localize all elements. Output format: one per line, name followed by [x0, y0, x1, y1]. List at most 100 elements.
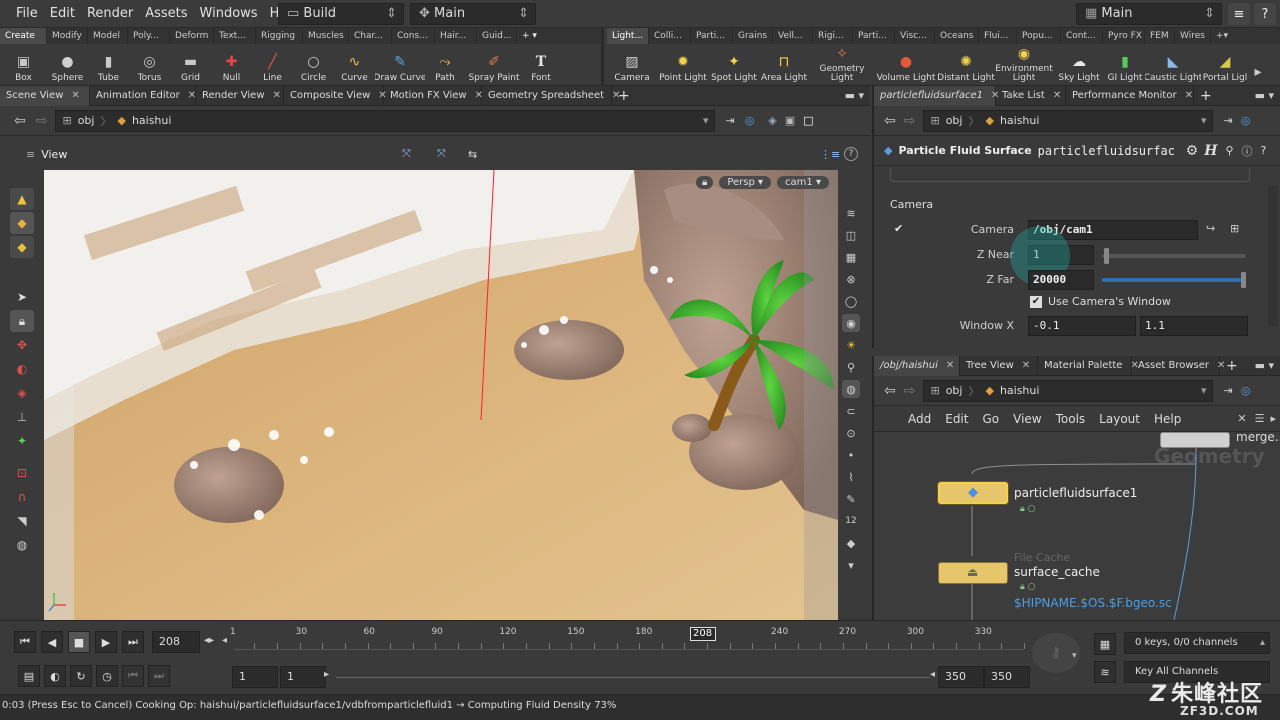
display-options-icon[interactable]: ≋ — [842, 204, 860, 222]
scene-viewport[interactable]: 🔒︎ Persp ▾ cam1 ▾ — [44, 170, 838, 620]
chevron-right-icon[interactable]: ▸ — [1270, 412, 1276, 425]
info-icon[interactable]: ⓘ — [1242, 143, 1253, 159]
channel-icon[interactable]: ≋ — [1094, 661, 1116, 683]
znear-slider-handle[interactable] — [1104, 248, 1110, 264]
windowx-max-field[interactable]: 1.1 — [1140, 316, 1248, 336]
select-tool-icon[interactable]: ➤ — [10, 286, 34, 308]
shelf-tab-create[interactable]: Create — [0, 28, 47, 44]
shelf-tab-grains[interactable]: Grains — [733, 28, 773, 44]
chevron-down-icon[interactable]: ▾ — [1201, 384, 1207, 397]
light-icon[interactable]: ☀ — [842, 336, 860, 354]
network-menu-view[interactable]: View — [1013, 412, 1041, 426]
tab-performance-monitor[interactable]: Performance Monitor ✕ — [1066, 85, 1194, 106]
transform-handle-icon[interactable]: ⇆ — [468, 148, 477, 161]
pin-icon[interactable]: ⇥ — [1223, 114, 1232, 127]
select-points-icon[interactable]: ◆ — [10, 212, 34, 234]
help-icon[interactable]: ? — [844, 147, 858, 161]
shelf-tab-vellum[interactable]: Vell... — [773, 28, 813, 44]
camera-toggle-checkbox[interactable]: ✔ — [894, 222, 903, 235]
help-icon[interactable]: ? — [1261, 144, 1267, 157]
chevron-down-icon[interactable]: ▾ — [1201, 114, 1207, 127]
shelf-tab-fluid-containers[interactable]: Flui... — [979, 28, 1017, 44]
search-icon[interactable]: ⚲ — [1225, 144, 1233, 157]
select-geometry-icon[interactable]: ▲ — [10, 188, 34, 210]
link-icon[interactable]: ◎ — [1241, 384, 1251, 397]
display-list-icon[interactable]: ⋮≡ — [820, 148, 840, 161]
menu-edit[interactable]: Edit — [44, 0, 81, 28]
tool-grid[interactable]: ▬ Grid — [170, 44, 211, 86]
viewer-menu-icon[interactable]: ≡ — [26, 148, 35, 161]
shelf-tab-particle-fluids[interactable]: Parti... — [853, 28, 895, 44]
snap-icon[interactable]: ⤧ — [402, 147, 411, 161]
template-icon[interactable]: ⊂ — [842, 402, 860, 420]
path-field[interactable]: ⊞ obj 〉 ◆ haishui ▾ — [55, 109, 716, 132]
maximize-pane-icon[interactable]: ▬ ▾ — [1255, 359, 1274, 372]
tool-environment-light[interactable]: ◉ Environment Light — [995, 44, 1053, 86]
tool-volume-light[interactable]: ● Volume Light — [875, 44, 937, 86]
shelf-tab-hair[interactable]: Hair... — [435, 28, 477, 44]
path-haishui[interactable]: haishui — [1000, 384, 1040, 397]
maximize-pane-icon[interactable]: ▬ ▾ — [1255, 89, 1274, 102]
back-arrow-icon[interactable]: ⇦ — [884, 383, 896, 399]
zfar-field[interactable]: 20000 — [1028, 270, 1094, 290]
tab-scene-view[interactable]: Scene View ✕ — [0, 85, 90, 106]
camera-menu[interactable]: cam1 ▾ — [777, 176, 829, 189]
close-icon[interactable]: ✕ — [1053, 90, 1061, 101]
close-icon[interactable]: ✕ — [273, 90, 281, 101]
close-icon[interactable]: ✕ — [71, 90, 79, 101]
tab-material-palette[interactable]: Material Palette ✕ — [1038, 356, 1139, 376]
dot-icon[interactable]: • — [842, 446, 860, 464]
background-icon[interactable]: ◍ — [842, 380, 860, 398]
magnet-icon[interactable]: ∩ — [10, 486, 34, 508]
tab-animation-editor[interactable]: Animation Editor ✕ — [90, 85, 196, 106]
jump-to-start-icon[interactable]: ⏮ — [14, 631, 36, 653]
param-scrollbar[interactable] — [1268, 186, 1278, 326]
menu-render[interactable]: Render — [81, 0, 139, 28]
pose-tool-icon[interactable]: ✦ — [10, 430, 34, 452]
pen-icon[interactable]: ✎ — [842, 490, 860, 508]
use-camera-window-row[interactable]: ✔ Use Camera's Window — [1030, 295, 1171, 308]
annotation-icon[interactable]: ⊙ — [842, 424, 860, 442]
play-reverse-icon[interactable]: ◀ — [41, 631, 63, 653]
smooth-shading-icon[interactable]: ◉ — [842, 314, 860, 332]
chevron-down-icon[interactable]: ▾ — [1072, 651, 1077, 661]
jump-to-icon[interactable]: ↪ — [1206, 222, 1215, 235]
tool-spray-paint[interactable]: ✐ Spray Paint — [465, 44, 523, 86]
render-region-icon[interactable]: □ — [803, 114, 813, 127]
context-selector[interactable]: ✥ Main ⇕ — [410, 3, 536, 25]
keys-channels-field[interactable]: 0 keys, 0/0 channels ▴ — [1124, 632, 1270, 654]
select-mode-icon[interactable]: ⤧ — [437, 147, 446, 161]
tool-spot-light[interactable]: ✦ Spot Light — [709, 44, 759, 86]
network-menu-tools[interactable]: Tools — [1056, 412, 1086, 426]
close-icon[interactable]: ✕ — [188, 90, 196, 101]
shelf-tab-pyro-fx[interactable]: Pyro FX — [1103, 28, 1145, 44]
stop-icon[interactable]: ■ — [68, 631, 90, 653]
jump-prev-key-icon[interactable]: ⏮ — [122, 665, 144, 687]
menu-file[interactable]: File — [10, 0, 44, 28]
path-obj[interactable]: obj — [946, 114, 963, 127]
range-bar[interactable] — [336, 677, 930, 678]
timeline-ruler[interactable]: 1 30 60 90 120 150 180 240 270 300 330 208 — [230, 627, 1025, 655]
point-display-icon[interactable]: ⚲ — [842, 358, 860, 376]
visibility-icon[interactable]: ◫ — [842, 226, 860, 244]
pin-icon[interactable]: ⇥ — [1223, 384, 1232, 397]
path-haishui[interactable]: haishui — [1000, 114, 1040, 127]
tab-geometry-spreadsheet[interactable]: Geometry Spreadsheet ✕ — [482, 85, 620, 106]
scroll-down-icon[interactable]: ▾ — [842, 556, 860, 574]
shelf-tab-text[interactable]: Text... — [214, 28, 256, 44]
path-haishui[interactable]: haishui — [132, 114, 172, 127]
close-icon[interactable]: ✕ — [946, 360, 954, 371]
network-menu-edit[interactable]: Edit — [945, 412, 968, 426]
tool-area-light[interactable]: ⊓ Area Light — [759, 44, 809, 86]
tool-gi-light[interactable]: ▮ GI Light — [1105, 44, 1145, 86]
playback-start-field[interactable]: 1 — [280, 666, 326, 688]
tool-circle[interactable]: ○ Circle — [293, 44, 334, 86]
add-tab-icon[interactable]: + — [1194, 86, 1218, 106]
tool-null[interactable]: ✚ Null — [211, 44, 252, 86]
shelf-tab-lights[interactable]: Light... — [607, 28, 649, 44]
clock-icon[interactable]: ◷ — [96, 665, 118, 687]
persp-menu[interactable]: Persp ▾ — [719, 176, 772, 189]
tool-sky-light[interactable]: ☁ Sky Light — [1053, 44, 1105, 86]
network-menu-help[interactable]: Help — [1154, 412, 1181, 426]
forward-arrow-icon[interactable]: ⇨ — [904, 383, 916, 399]
